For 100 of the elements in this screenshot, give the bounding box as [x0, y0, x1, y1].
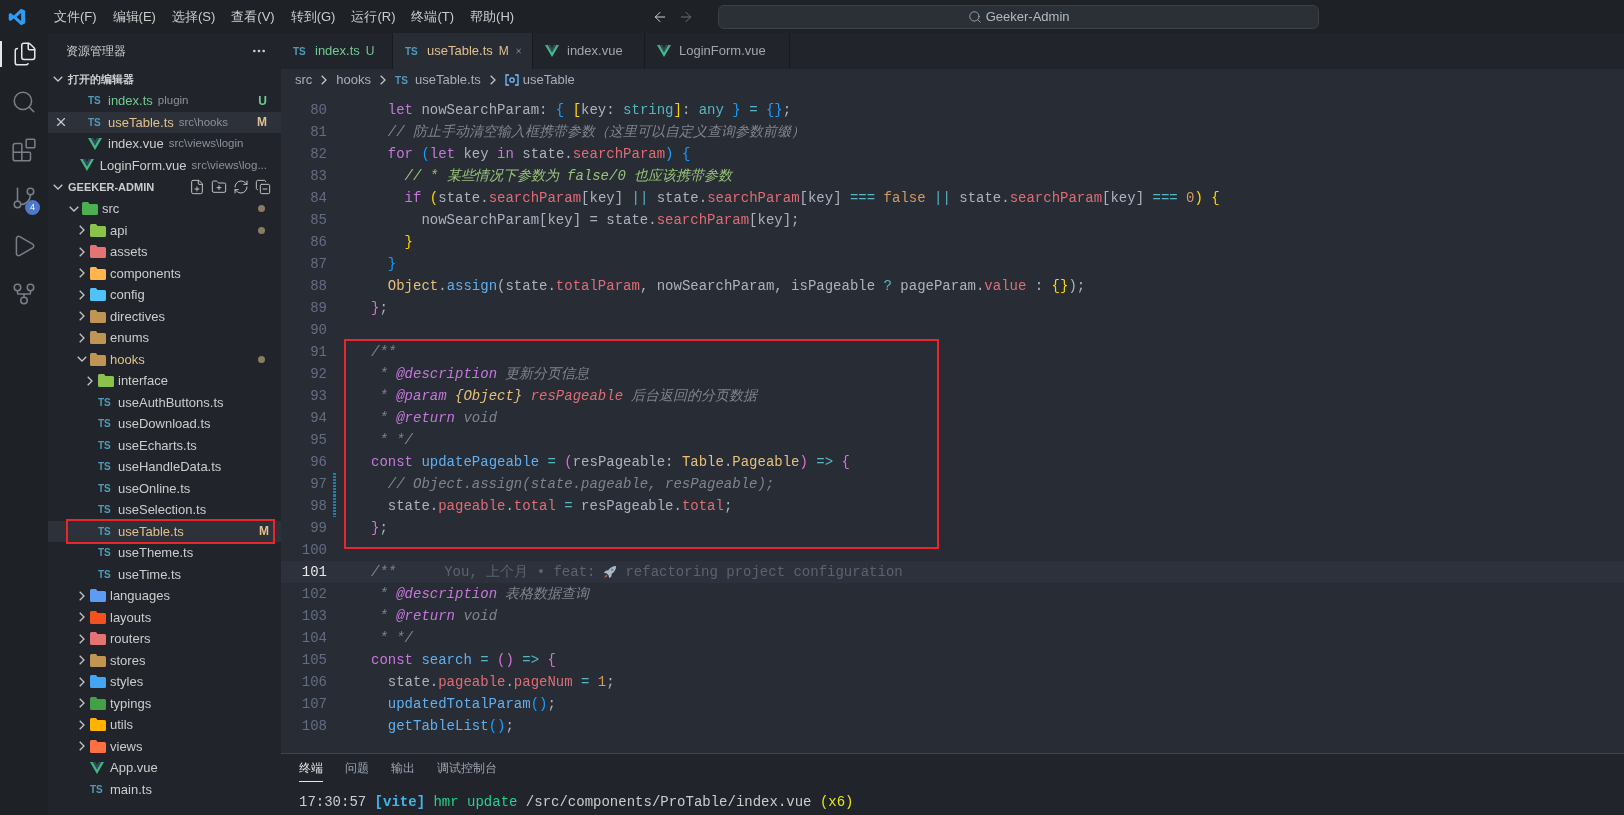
file-path: src\views\login [168, 136, 244, 152]
folder-icon [90, 610, 106, 624]
tree-item[interactable]: utils [48, 714, 281, 736]
git-status-letter: M [257, 114, 267, 132]
new-folder-icon[interactable] [211, 179, 227, 195]
menu-item[interactable]: 文件(F) [46, 6, 105, 27]
tree-item[interactable]: TS useAuthButtons.ts [48, 391, 281, 413]
editor-tab[interactable]: LoginForm.vue [645, 33, 790, 69]
chevron-right-icon [380, 75, 387, 85]
tree-item[interactable]: stores [48, 649, 281, 671]
typescript-icon: TS [88, 114, 104, 130]
symbol-icon [504, 74, 519, 86]
file-path: src\hooks [178, 114, 228, 130]
vue-icon [90, 761, 104, 774]
code-line: let nowSearchParam: { [key: string]: any } = {}; [386, 100, 792, 120]
tree-item[interactable]: TS useDownload.ts [48, 413, 281, 435]
panel-tab[interactable]: 调试控制台 [437, 760, 497, 782]
line-number: 92 [309, 364, 327, 384]
typescript-icon: TS [88, 93, 104, 109]
tree-item[interactable]: TS useTheme.ts [48, 542, 281, 564]
tree-item[interactable]: styles [48, 671, 281, 693]
search-icon[interactable] [11, 89, 37, 115]
file-name: routers [110, 630, 151, 648]
menu-item[interactable]: 转到(G) [282, 6, 344, 27]
panel-tab[interactable]: 问题 [345, 760, 369, 782]
line-number: 106 [300, 672, 327, 692]
tree-item[interactable]: config [48, 284, 281, 306]
tab-label: useTable.ts [427, 42, 493, 61]
tree-item[interactable]: assets [48, 241, 281, 263]
tree-item[interactable]: src [48, 198, 281, 220]
folder-icon [90, 331, 106, 345]
menu-item[interactable]: 帮助(H) [462, 6, 523, 27]
tree-item[interactable]: components [48, 262, 281, 284]
collapse-all-icon[interactable] [255, 179, 271, 195]
source-control-icon[interactable] [11, 185, 37, 211]
section-header[interactable]: 打开的编辑器 [68, 70, 134, 88]
typescript-icon: TS [405, 43, 421, 59]
file-name: index.vue [108, 135, 164, 153]
section-header[interactable]: GEEKER-ADMIN [68, 178, 155, 196]
editor-tab[interactable]: TS useTable.ts M [393, 33, 533, 69]
code-line: * @param {Object} resPageable 后台返回的分页数据 [378, 386, 758, 406]
menu-item[interactable]: 查看(V) [223, 6, 283, 27]
command-center-search[interactable]: Geeker-Admin [718, 4, 1320, 29]
chevron-right-icon [79, 655, 85, 666]
line-number: 102 [300, 584, 327, 604]
refresh-icon[interactable] [233, 179, 249, 195]
open-editor-item[interactable]: index.vue src\views\login [48, 133, 281, 155]
tree-item[interactable]: TS useSelection.ts [48, 499, 281, 521]
code-line: // 防止手动清空输入框携带参数（这里可以自定义查询参数前缀） [386, 122, 805, 142]
open-editor-item[interactable]: TS index.ts plugin U [48, 90, 281, 112]
open-editor-item[interactable]: TS useTable.ts src\hooks M [48, 111, 281, 133]
menu-item[interactable]: 选择(S) [163, 6, 224, 27]
open-editor-item[interactable]: LoginForm.vue src\views\log... [48, 154, 281, 176]
line-number: 107 [300, 694, 327, 714]
breadcrumb-item[interactable]: useTable.ts [415, 70, 481, 90]
tree-item[interactable]: TS main.ts [48, 778, 281, 800]
tree-item[interactable]: TS useHandleData.ts [48, 456, 281, 478]
explorer-icon[interactable] [12, 41, 38, 67]
app-logo[interactable] [8, 7, 26, 26]
tree-item[interactable]: TS useEcharts.ts [48, 434, 281, 456]
file-name: useTime.ts [118, 565, 182, 584]
file-name: useTable.ts [118, 522, 184, 541]
extensions-icon[interactable] [11, 137, 37, 163]
line-number: 101 [300, 562, 327, 582]
code-line: * @return void [378, 606, 498, 626]
chevron-right-icon [79, 332, 85, 343]
git-graph-icon[interactable] [11, 281, 37, 307]
rocket-icon [603, 565, 618, 579]
line-number: 104 [300, 628, 327, 648]
menu-item[interactable]: 编辑(E) [104, 6, 164, 27]
editor-tab[interactable]: index.vue [533, 33, 645, 69]
tree-item[interactable]: directives [48, 305, 281, 327]
tree-item[interactable]: typings [48, 692, 281, 714]
tree-item[interactable]: languages [48, 585, 281, 607]
menu-item[interactable]: 终端(T) [403, 6, 463, 27]
chevron-right-icon [79, 268, 85, 279]
tree-item[interactable]: TS useOnline.ts [48, 477, 281, 499]
tree-item[interactable]: TS useTime.ts [48, 563, 281, 585]
menu-item[interactable]: 运行(R) [343, 6, 404, 27]
file-name: App.vue [110, 759, 158, 777]
tree-item[interactable]: api [48, 219, 281, 241]
tree-item[interactable]: App.vue [48, 757, 281, 779]
code-line: if (state.searchParam[key] || state.searchParam[key] === false || state.searchParam[key] === 0) { [403, 188, 1220, 208]
tree-item[interactable]: TS useTable.ts M [48, 520, 281, 542]
breadcrumb-item[interactable]: src [295, 70, 313, 90]
typescript-icon: TS [98, 502, 114, 518]
new-file-icon[interactable] [189, 179, 205, 195]
tree-item[interactable]: hooks [48, 348, 281, 370]
tree-item[interactable]: layouts [48, 606, 281, 628]
panel-tab[interactable]: 输出 [391, 760, 415, 782]
tree-item[interactable]: views [48, 735, 281, 757]
breadcrumb-item[interactable]: hooks [336, 70, 372, 90]
vue-icon [88, 137, 102, 150]
tree-item[interactable]: routers [48, 628, 281, 650]
tree-item[interactable]: enums [48, 327, 281, 349]
tree-item[interactable]: interface [48, 370, 281, 392]
breadcrumb-item[interactable]: useTable [522, 70, 575, 90]
line-number: 84 [309, 188, 327, 208]
panel-tab[interactable]: 终端 [299, 760, 323, 782]
code-line: } [386, 254, 397, 274]
